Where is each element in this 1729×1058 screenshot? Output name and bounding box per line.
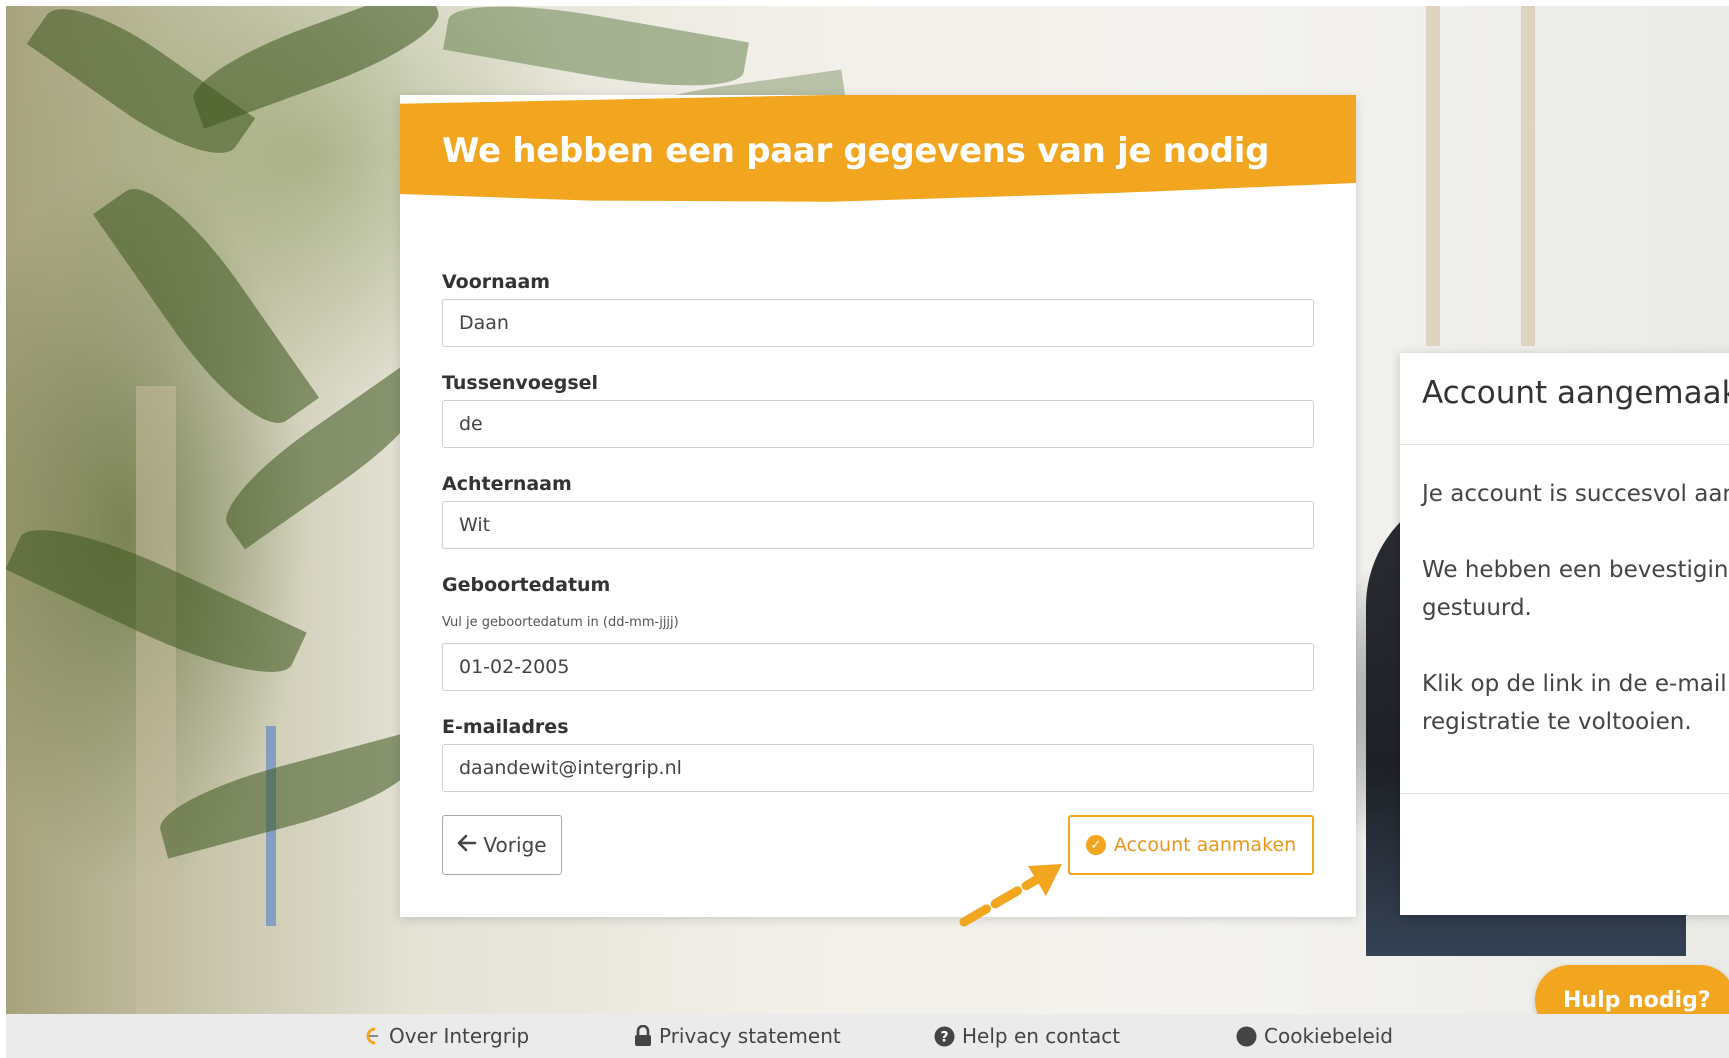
footer-link-help[interactable]: ? Help en contact — [934, 1024, 1120, 1048]
first-name-input[interactable] — [442, 299, 1314, 347]
previous-button[interactable]: Vorige — [442, 815, 562, 875]
previous-button-label: Vorige — [483, 833, 547, 857]
lock-icon — [634, 1025, 652, 1047]
form-title: We hebben een paar gegevens van je nodig — [442, 131, 1270, 171]
create-account-label: Account aanmaken — [1113, 834, 1297, 856]
footer-link-label: Cookiebeleid — [1264, 1024, 1393, 1048]
last-name-label: Achternaam — [442, 473, 572, 495]
footer-link-label: Privacy statement — [659, 1024, 841, 1048]
circle-icon — [1236, 1026, 1257, 1047]
create-account-button[interactable]: ✓ Account aanmaken — [1068, 815, 1314, 875]
footer-link-label: Help en contact — [962, 1024, 1121, 1048]
infix-label: Tussenvoegsel — [442, 372, 599, 394]
modal-confirmation-text-2: gestuurd. — [1422, 595, 1532, 621]
last-name-input[interactable] — [442, 501, 1314, 549]
registration-form-card: We hebben een paar gegevens van je nodig… — [400, 95, 1356, 917]
birthdate-label: Geboortedatum — [442, 574, 611, 596]
modal-instruction-text-1: Klik op de link in de e-mail — [1422, 671, 1727, 697]
question-circle-icon: ? — [934, 1026, 955, 1047]
svg-text:?: ? — [940, 1029, 948, 1045]
infix-input[interactable] — [442, 400, 1314, 448]
check-circle-icon: ✓ — [1085, 835, 1106, 855]
birthdate-input[interactable] — [442, 643, 1314, 691]
email-input[interactable] — [442, 744, 1314, 792]
footer-link-cookies[interactable]: Cookiebeleid — [1236, 1024, 1393, 1048]
modal-title: Account aangemaakt — [1422, 375, 1729, 411]
pointer-arrow-icon — [959, 864, 1062, 927]
modal-divider — [1400, 444, 1729, 445]
footer-link-privacy[interactable]: Privacy statement — [634, 1024, 841, 1048]
birthdate-hint: Vul je geboortedatum in (dd-mm-jjjj) — [442, 615, 679, 630]
modal-instruction-text-2: registratie te voltooien. — [1422, 709, 1692, 735]
first-name-label: Voornaam — [442, 271, 551, 293]
modal-confirmation-text-1: We hebben een bevestigin — [1422, 557, 1729, 583]
footer-link-about[interactable]: Over Intergrip — [360, 1024, 529, 1048]
footer: Over Intergrip Privacy statement ? Help … — [6, 1014, 1729, 1058]
modal-divider — [1400, 793, 1729, 794]
modal-success-text: Je account is succesvol aan — [1422, 481, 1729, 507]
arrow-left-icon — [457, 833, 477, 857]
account-created-modal: Account aangemaakt Je account is succesv… — [1400, 353, 1729, 915]
email-label: E-mailadres — [442, 716, 569, 738]
intergrip-logo-icon — [360, 1025, 382, 1047]
footer-link-label: Over Intergrip — [389, 1024, 530, 1048]
